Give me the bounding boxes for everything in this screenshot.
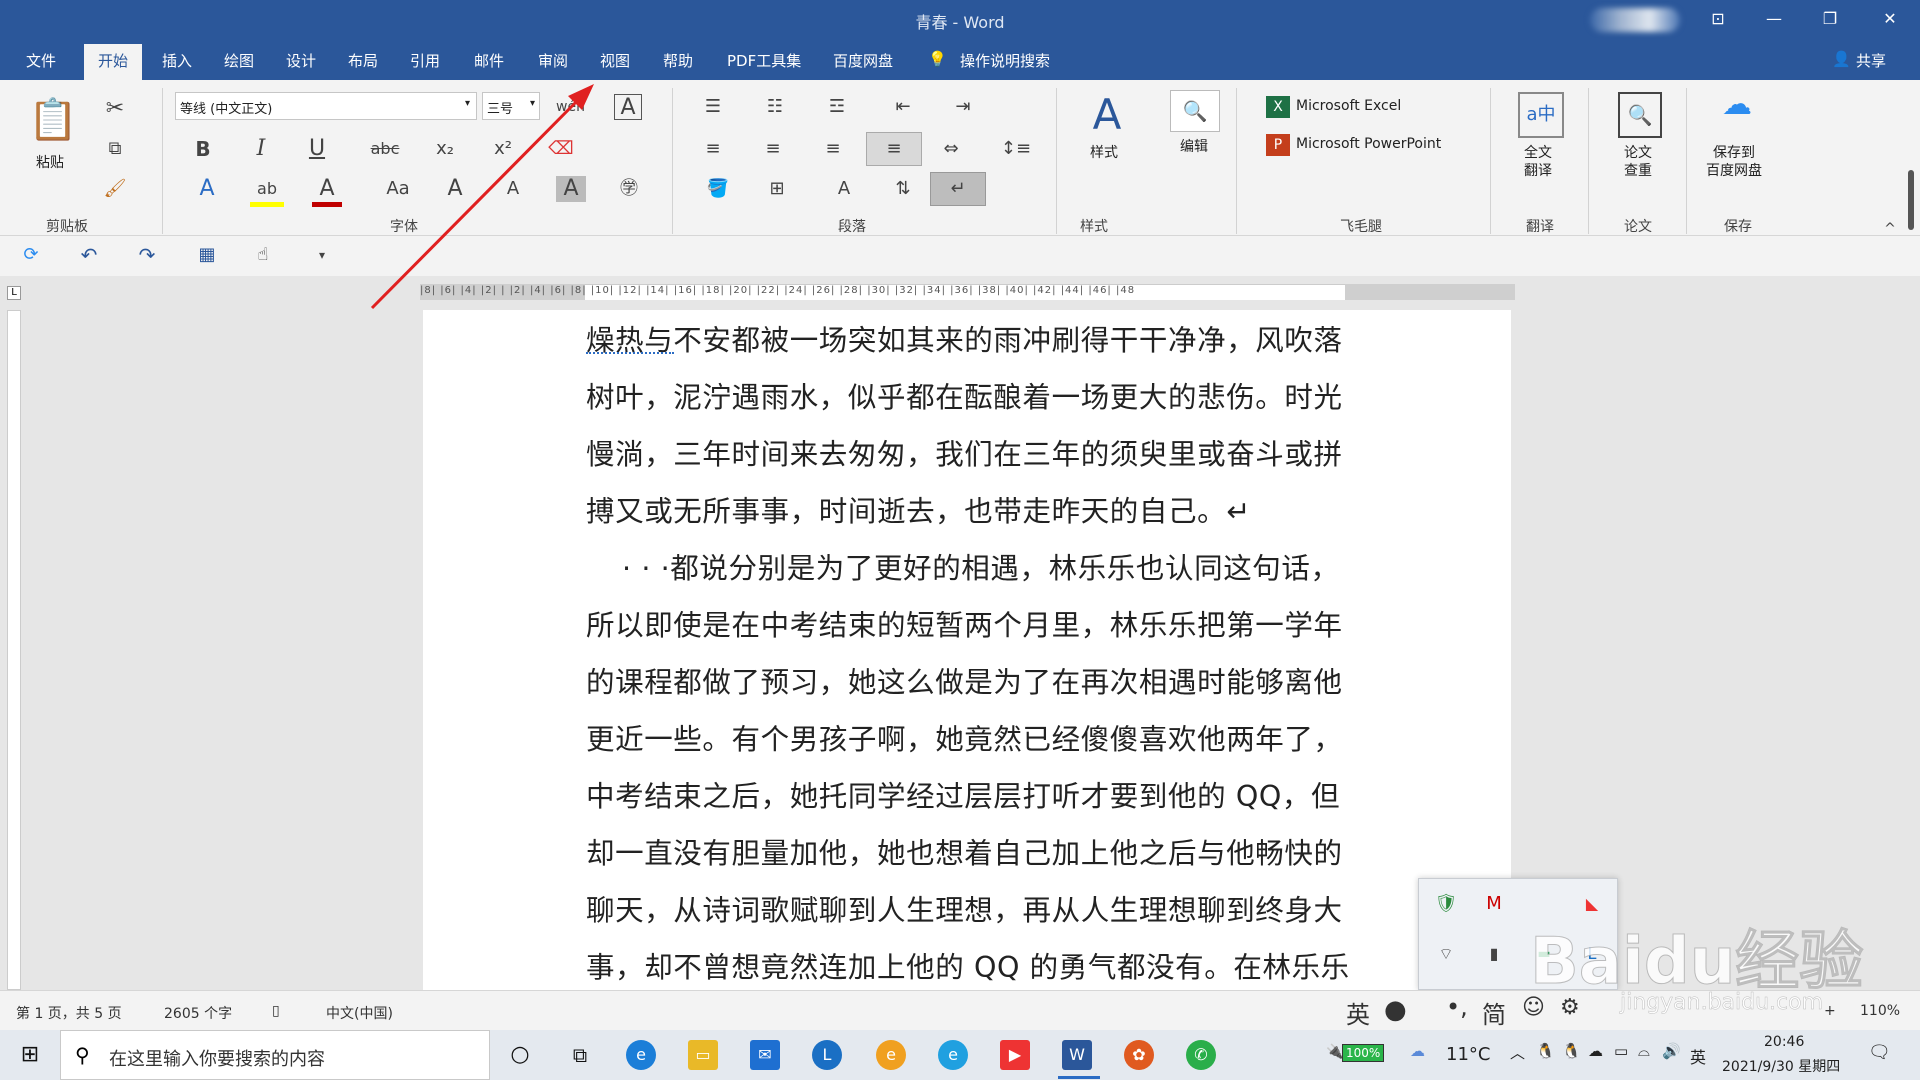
ime-mode[interactable]: 英: [1346, 995, 1370, 1030]
word-count[interactable]: 2605 个字: [164, 1003, 232, 1023]
weather-icon[interactable]: ☁: [1410, 1042, 1425, 1060]
watermark: Baidu经验 jingyan.baidu.com: [1470, 870, 1920, 1030]
app-icon[interactable]: ✿: [1124, 1040, 1154, 1070]
ie-icon[interactable]: e: [876, 1040, 906, 1070]
network-icon[interactable]: ⌓: [1638, 1042, 1650, 1060]
ime-punct-icon[interactable]: •,: [1446, 993, 1468, 1021]
watermark-text: Baidu经验: [1529, 925, 1864, 1000]
lenovo-app-icon[interactable]: L: [812, 1040, 842, 1070]
cloud-sync-icon[interactable]: ☁: [1588, 1042, 1603, 1060]
wifi-icon[interactable]: ⌔: [1433, 941, 1459, 967]
shield-icon[interactable]: 🛡: [1433, 891, 1459, 917]
qq-icon[interactable]: 🐧: [1536, 1042, 1555, 1060]
mail-icon[interactable]: ✉: [750, 1040, 780, 1070]
browser-icon[interactable]: e: [938, 1040, 968, 1070]
show-hidden-icons-icon[interactable]: ︿: [1510, 1042, 1525, 1063]
windows-start-icon[interactable]: ⊞: [16, 1042, 44, 1068]
watermark-url: jingyan.baidu.com: [1620, 990, 1824, 1016]
volume-icon[interactable]: 🔊: [1662, 1042, 1681, 1060]
search-icon: ⚲: [75, 1043, 90, 1067]
clock-time[interactable]: 20:46: [1764, 1034, 1804, 1050]
word-icon[interactable]: W: [1062, 1040, 1092, 1070]
battery-icon[interactable]: ▭: [1614, 1042, 1628, 1060]
tray-ime[interactable]: 英: [1690, 1044, 1706, 1068]
plug-icon: 🔌: [1326, 1044, 1344, 1060]
cortana-icon[interactable]: ○: [506, 1042, 534, 1068]
weather-temp[interactable]: 11°C: [1446, 1044, 1490, 1065]
wechat-icon[interactable]: ✆: [1186, 1040, 1216, 1070]
file-explorer-icon[interactable]: ▭: [688, 1040, 718, 1070]
clock-date[interactable]: 2021/9/30 星期四: [1722, 1056, 1840, 1076]
video-app-icon[interactable]: ▶: [1000, 1040, 1030, 1070]
language-status[interactable]: 中文(中国): [326, 1003, 393, 1023]
notification-icon[interactable]: 🗨: [1868, 1042, 1891, 1063]
taskbar-search[interactable]: ⚲ 在这里输入你要搜索的内容: [60, 1030, 490, 1080]
qq2-icon[interactable]: 🐧: [1562, 1042, 1581, 1060]
taskbar-search-placeholder: 在这里输入你要搜索的内容: [109, 1049, 325, 1070]
edge-icon[interactable]: e: [626, 1040, 656, 1070]
taskbar: ⊞ ⚲ 在这里输入你要搜索的内容 ○ ⧉ e ▭ ✉ L e e ▶ W ✿ ✆…: [0, 1030, 1920, 1080]
ime-circle-icon[interactable]: ●: [1384, 995, 1407, 1025]
page-count[interactable]: 第 1 页，共 5 页: [16, 1003, 122, 1023]
task-view-icon[interactable]: ⧉: [566, 1042, 594, 1068]
proofing-icon[interactable]: ▯: [272, 1003, 280, 1019]
active-app-indicator: [1058, 1076, 1100, 1079]
battery-level[interactable]: 100%: [1342, 1044, 1385, 1062]
